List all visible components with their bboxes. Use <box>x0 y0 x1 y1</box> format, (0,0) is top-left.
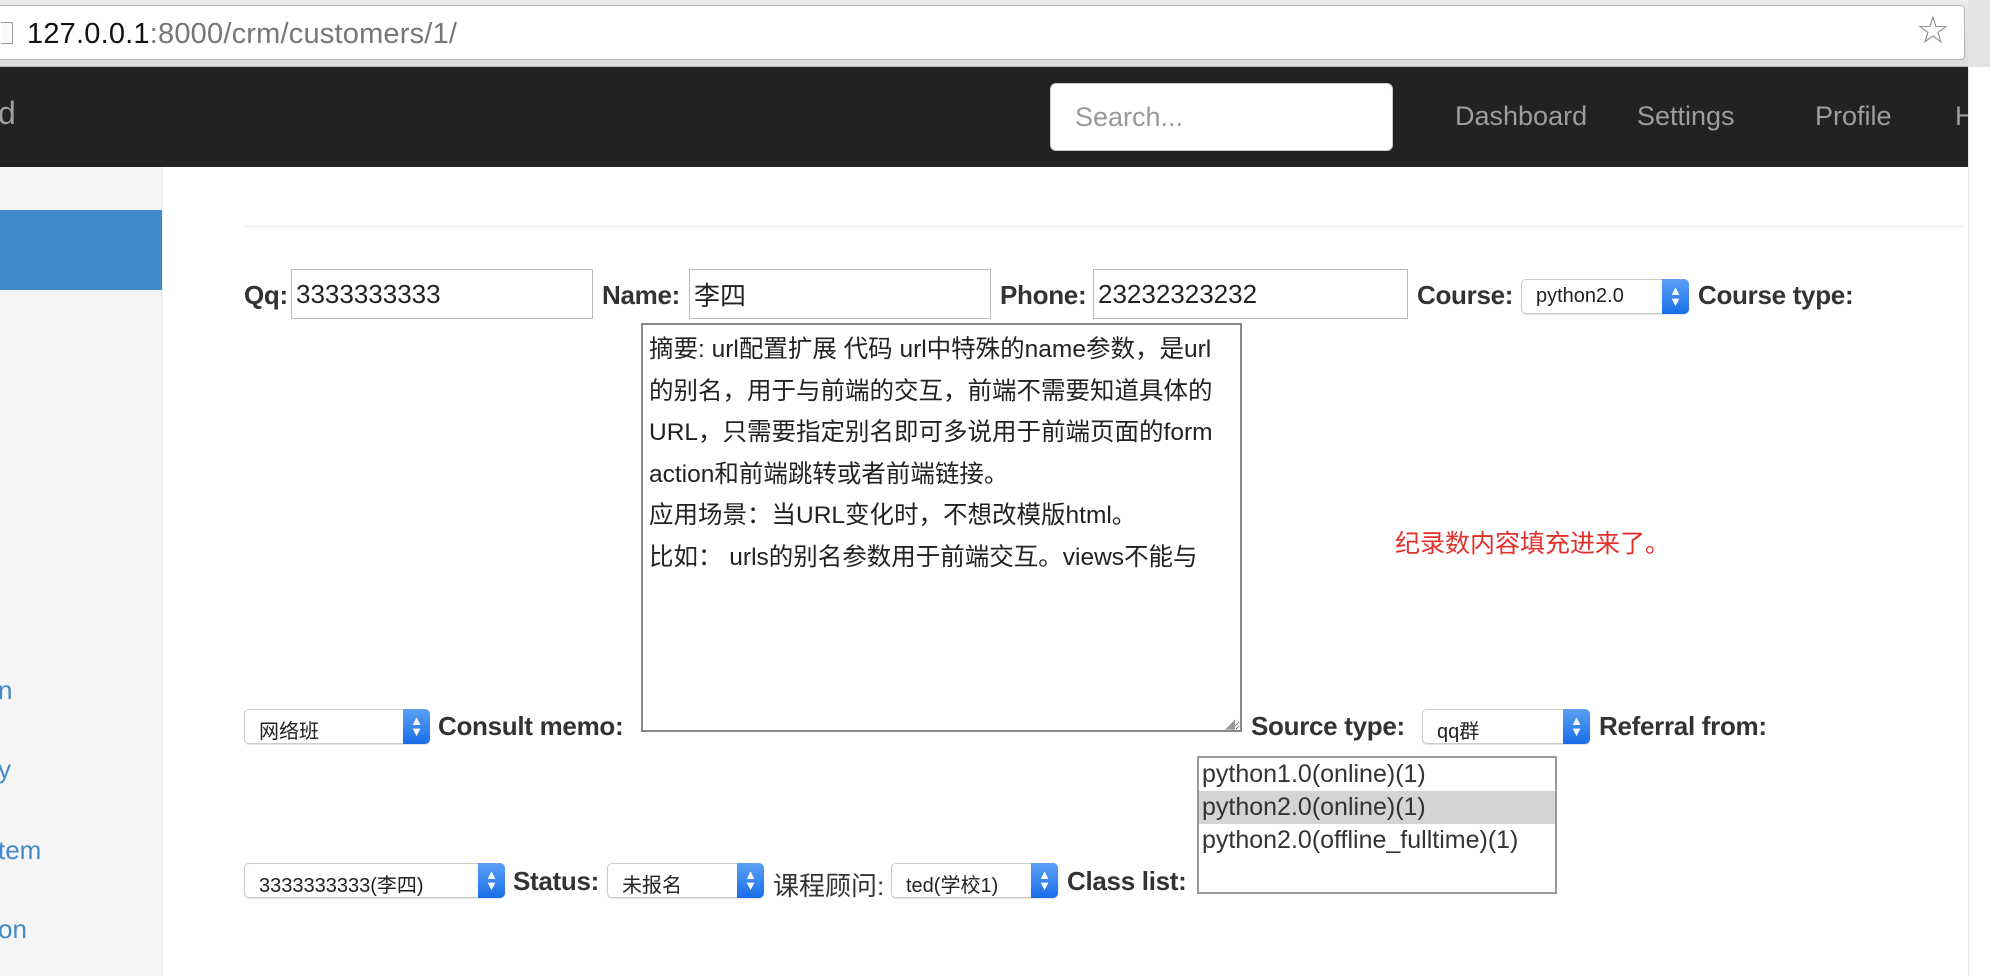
header-divider <box>244 226 1964 227</box>
course-type-select-value: 网络班 <box>259 721 319 743</box>
select-arrows-icon: ▲ ▼ <box>1563 709 1590 744</box>
top-navbar: d Dashboard Settings Profile He <box>0 67 1990 167</box>
address-bar[interactable]: 127.0.0.1:8000/crm/customers/1/ ☆ <box>0 5 1965 60</box>
select-arrows-icon: ▲ ▼ <box>1031 863 1058 898</box>
class-list-option-selected[interactable]: python2.0(online)(1) <box>1199 791 1555 824</box>
source-type-select[interactable]: qq群 ▲ ▼ <box>1422 709 1590 744</box>
class-list-option[interactable]: python2.0(offline_fulltime)(1) <box>1199 824 1555 857</box>
name-input[interactable] <box>689 269 991 319</box>
annotation-note: 纪录数内容填充进来了。 <box>1395 530 1671 558</box>
source-type-label: Source type: <box>1251 711 1405 741</box>
url-host: 127.0.0.1 <box>27 18 150 50</box>
course-type-select[interactable]: 网络班 ▲ ▼ <box>244 709 430 744</box>
sidebar-item-4[interactable]: on <box>0 914 27 945</box>
course-select[interactable]: python2.0 ▲ ▼ <box>1521 279 1689 314</box>
course-label: Course: <box>1417 280 1514 310</box>
page-icon <box>1 22 13 44</box>
sidebar-item-1[interactable]: n <box>0 675 12 706</box>
sidebar-item-3[interactable]: tem <box>0 835 41 866</box>
consult-memo-textarea[interactable]: 摘要: url配置扩展 代码 url中特殊的name参数，是url的别名，用于与… <box>641 323 1242 732</box>
status-label: Status: <box>513 866 600 896</box>
url-text[interactable]: 127.0.0.1:8000/crm/customers/1/ <box>27 18 457 51</box>
window-edge <box>1968 0 1990 67</box>
brand[interactable]: d <box>0 95 16 132</box>
name-label: Name: <box>602 280 680 310</box>
select-arrows-icon: ▲ ▼ <box>737 863 764 898</box>
consultant-select[interactable]: ted(学校1) ▲ ▼ <box>891 863 1058 898</box>
consult-memo-label: Consult memo: <box>438 711 624 741</box>
consultant-label: 课程顾问: <box>773 871 885 901</box>
browser-toolbar: 127.0.0.1:8000/crm/customers/1/ ☆ <box>0 0 1990 67</box>
search-input[interactable] <box>1050 83 1393 151</box>
sidebar-item-active[interactable] <box>0 210 162 290</box>
status-select[interactable]: 未报名 ▲ ▼ <box>607 863 764 898</box>
referral-from-label: Referral from: <box>1599 711 1767 741</box>
scrollbar-track[interactable] <box>1968 67 1990 976</box>
referral-from-select[interactable]: 3333333333(李四) ▲ ▼ <box>244 863 505 898</box>
class-list-option[interactable]: python1.0(online)(1) <box>1199 758 1555 791</box>
select-arrows-icon: ▲ ▼ <box>478 863 505 898</box>
class-list-label: Class list: <box>1067 866 1187 896</box>
nav-link-profile[interactable]: Profile <box>1815 101 1892 132</box>
qq-input[interactable] <box>291 269 593 319</box>
nav-link-dashboard[interactable]: Dashboard <box>1455 101 1587 132</box>
nav-link-settings[interactable]: Settings <box>1637 101 1735 132</box>
sidebar: n y tem on <box>0 167 163 976</box>
class-list-listbox[interactable]: python1.0(online)(1) python2.0(online)(1… <box>1197 756 1557 894</box>
phone-label: Phone: <box>1000 280 1087 310</box>
status-select-value: 未报名 <box>622 875 682 897</box>
select-arrows-icon: ▲ ▼ <box>403 709 430 744</box>
course-select-value: python2.0 <box>1536 285 1624 307</box>
sidebar-item-2[interactable]: y <box>0 754 11 785</box>
url-path: :8000/crm/customers/1/ <box>149 18 458 50</box>
source-type-select-value: qq群 <box>1437 721 1480 743</box>
course-type-label: Course type: <box>1698 280 1854 310</box>
qq-label: Qq: <box>244 280 288 310</box>
referral-from-select-value: 3333333333(李四) <box>259 875 424 897</box>
consultant-select-value: ted(学校1) <box>906 875 999 897</box>
select-arrows-icon: ▲ ▼ <box>1662 279 1689 314</box>
resize-handle-icon[interactable]: ◢ <box>1225 716 1235 732</box>
phone-input[interactable] <box>1093 269 1408 319</box>
bookmark-star-icon[interactable]: ☆ <box>1916 12 1950 50</box>
